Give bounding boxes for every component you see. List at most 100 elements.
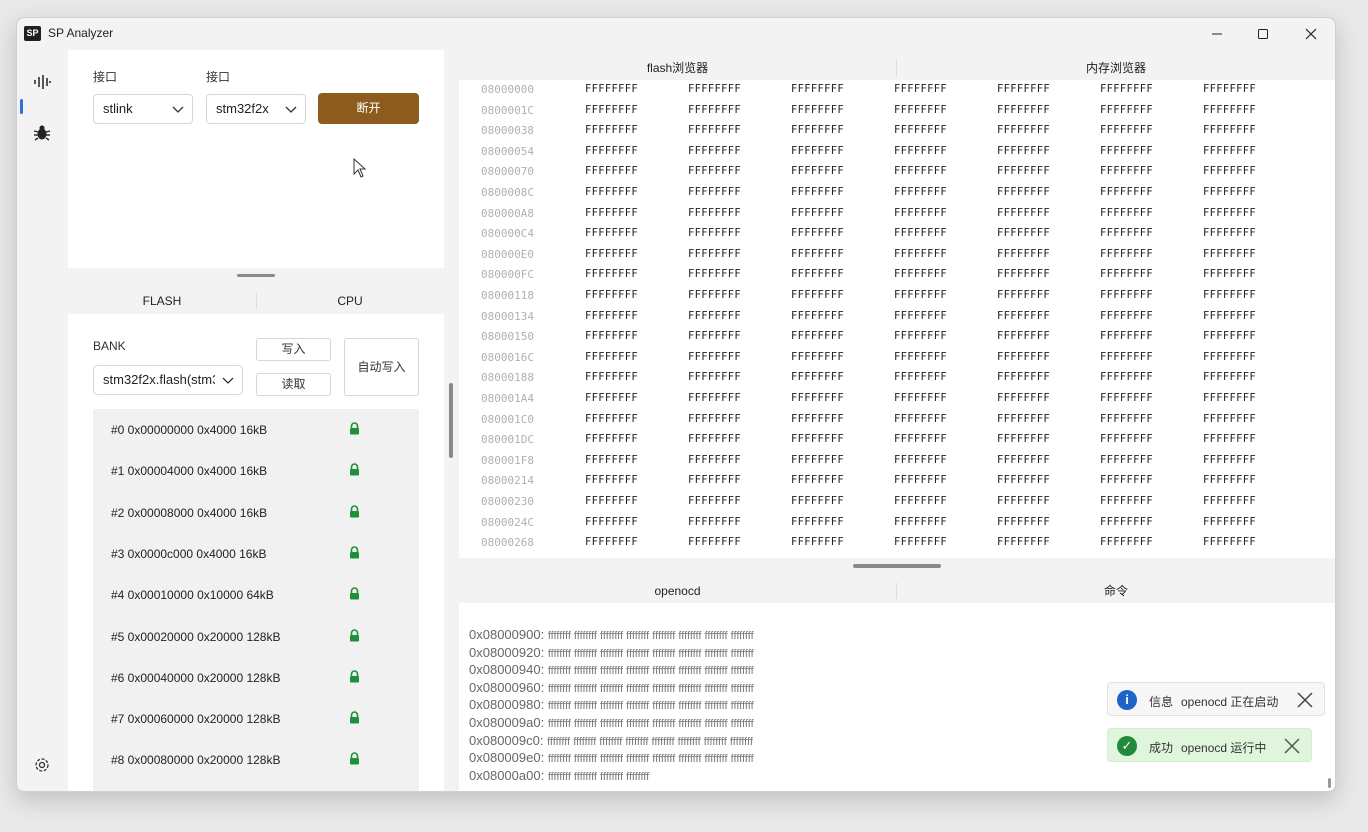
- hex-word[interactable]: FFFFFFFF: [1100, 310, 1153, 322]
- hex-word[interactable]: FFFFFFFF: [997, 227, 1050, 239]
- hex-word[interactable]: FFFFFFFF: [1203, 186, 1256, 198]
- hex-word[interactable]: FFFFFFFF: [1100, 83, 1153, 95]
- sector-row[interactable]: #5 0x00020000 0x20000 128kB: [93, 616, 419, 657]
- sector-row[interactable]: #6 0x00040000 0x20000 128kB: [93, 657, 419, 698]
- hex-word[interactable]: FFFFFFFF: [997, 330, 1050, 342]
- hex-word[interactable]: FFFFFFFF: [1100, 248, 1153, 260]
- console-scrollbar[interactable]: [1328, 778, 1331, 788]
- hex-word[interactable]: FFFFFFFF: [997, 248, 1050, 260]
- hex-word[interactable]: FFFFFFFF: [791, 289, 844, 301]
- tab-flash[interactable]: FLASH: [68, 289, 256, 313]
- hex-word[interactable]: FFFFFFFF: [585, 165, 638, 177]
- left-panel-scrollbar[interactable]: [449, 383, 453, 458]
- hex-word[interactable]: FFFFFFFF: [997, 371, 1050, 383]
- hex-word[interactable]: FFFFFFFF: [585, 516, 638, 528]
- hex-word[interactable]: FFFFFFFF: [1100, 124, 1153, 136]
- hex-word[interactable]: FFFFFFFF: [688, 413, 741, 425]
- hex-word[interactable]: FFFFFFFF: [791, 516, 844, 528]
- hex-word[interactable]: FFFFFFFF: [791, 104, 844, 116]
- hex-word[interactable]: FFFFFFFF: [688, 207, 741, 219]
- hex-word[interactable]: FFFFFFFF: [791, 248, 844, 260]
- hex-word[interactable]: FFFFFFFF: [791, 392, 844, 404]
- hex-word[interactable]: FFFFFFFF: [894, 495, 947, 507]
- hex-word[interactable]: FFFFFFFF: [688, 351, 741, 363]
- hex-word[interactable]: FFFFFFFF: [688, 433, 741, 445]
- hex-word[interactable]: FFFFFFFF: [997, 165, 1050, 177]
- hex-word[interactable]: FFFFFFFF: [1100, 289, 1153, 301]
- hex-word[interactable]: FFFFFFFF: [997, 268, 1050, 280]
- hex-word[interactable]: FFFFFFFF: [1100, 207, 1153, 219]
- hex-word[interactable]: FFFFFFFF: [1100, 227, 1153, 239]
- hex-word[interactable]: FFFFFFFF: [585, 83, 638, 95]
- hex-word[interactable]: FFFFFFFF: [997, 289, 1050, 301]
- hex-word[interactable]: FFFFFFFF: [585, 104, 638, 116]
- hex-word[interactable]: FFFFFFFF: [1100, 268, 1153, 280]
- hex-word[interactable]: FFFFFFFF: [791, 371, 844, 383]
- target-select[interactable]: stm32f2x: [206, 94, 306, 124]
- hex-word[interactable]: FFFFFFFF: [791, 268, 844, 280]
- hex-word[interactable]: FFFFFFFF: [688, 145, 741, 157]
- hex-word[interactable]: FFFFFFFF: [585, 454, 638, 466]
- hex-word[interactable]: FFFFFFFF: [997, 104, 1050, 116]
- hex-word[interactable]: FFFFFFFF: [585, 268, 638, 280]
- hex-word[interactable]: FFFFFFFF: [791, 207, 844, 219]
- hex-word[interactable]: FFFFFFFF: [1203, 536, 1256, 548]
- sector-row[interactable]: #2 0x00008000 0x4000 16kB: [93, 492, 419, 533]
- info-toast-close-button[interactable]: [1296, 691, 1314, 709]
- hex-word[interactable]: FFFFFFFF: [894, 207, 947, 219]
- hex-word[interactable]: FFFFFFFF: [585, 227, 638, 239]
- hex-word[interactable]: FFFFFFFF: [894, 351, 947, 363]
- hex-word[interactable]: FFFFFFFF: [894, 310, 947, 322]
- hex-word[interactable]: FFFFFFFF: [585, 392, 638, 404]
- hex-word[interactable]: FFFFFFFF: [585, 413, 638, 425]
- minimize-button[interactable]: [1194, 18, 1240, 50]
- hex-word[interactable]: FFFFFFFF: [1100, 371, 1153, 383]
- hex-word[interactable]: FFFFFFFF: [791, 145, 844, 157]
- hex-word[interactable]: FFFFFFFF: [894, 330, 947, 342]
- bank-select[interactable]: stm32f2x.flash(stm32: [93, 365, 243, 395]
- hex-word[interactable]: FFFFFFFF: [585, 536, 638, 548]
- hex-word[interactable]: FFFFFFFF: [1203, 495, 1256, 507]
- hex-word[interactable]: FFFFFFFF: [688, 268, 741, 280]
- hex-word[interactable]: FFFFFFFF: [997, 516, 1050, 528]
- tab-memory-browser[interactable]: 内存浏览器: [897, 56, 1335, 80]
- hex-word[interactable]: FFFFFFFF: [1100, 516, 1153, 528]
- hex-word[interactable]: FFFFFFFF: [791, 186, 844, 198]
- hex-word[interactable]: FFFFFFFF: [585, 474, 638, 486]
- hex-word[interactable]: FFFFFFFF: [1100, 474, 1153, 486]
- hex-word[interactable]: FFFFFFFF: [1203, 165, 1256, 177]
- hex-word[interactable]: FFFFFFFF: [1100, 351, 1153, 363]
- hex-word[interactable]: FFFFFFFF: [1203, 124, 1256, 136]
- hex-word[interactable]: FFFFFFFF: [997, 413, 1050, 425]
- hex-word[interactable]: FFFFFFFF: [894, 516, 947, 528]
- hex-word[interactable]: FFFFFFFF: [894, 413, 947, 425]
- hex-word[interactable]: FFFFFFFF: [688, 310, 741, 322]
- hex-word[interactable]: FFFFFFFF: [997, 392, 1050, 404]
- hex-word[interactable]: FFFFFFFF: [1100, 536, 1153, 548]
- hex-word[interactable]: FFFFFFFF: [791, 454, 844, 466]
- hex-word[interactable]: FFFFFFFF: [1203, 310, 1256, 322]
- hex-word[interactable]: FFFFFFFF: [1203, 268, 1256, 280]
- hex-word[interactable]: FFFFFFFF: [1100, 454, 1153, 466]
- hex-word[interactable]: FFFFFFFF: [688, 454, 741, 466]
- hex-word[interactable]: FFFFFFFF: [997, 186, 1050, 198]
- hex-word[interactable]: FFFFFFFF: [894, 104, 947, 116]
- hex-word[interactable]: FFFFFFFF: [997, 433, 1050, 445]
- hex-word[interactable]: FFFFFFFF: [894, 145, 947, 157]
- tab-flash-browser[interactable]: flash浏览器: [459, 56, 896, 80]
- hex-word[interactable]: FFFFFFFF: [688, 186, 741, 198]
- hex-word[interactable]: FFFFFFFF: [688, 165, 741, 177]
- hex-word[interactable]: FFFFFFFF: [1203, 392, 1256, 404]
- hex-word[interactable]: FFFFFFFF: [688, 124, 741, 136]
- hex-word[interactable]: FFFFFFFF: [1100, 392, 1153, 404]
- hex-word[interactable]: FFFFFFFF: [688, 83, 741, 95]
- hex-word[interactable]: FFFFFFFF: [1203, 413, 1256, 425]
- hex-word[interactable]: FFFFFFFF: [791, 330, 844, 342]
- hex-word[interactable]: FFFFFFFF: [688, 474, 741, 486]
- hex-word[interactable]: FFFFFFFF: [585, 371, 638, 383]
- hex-word[interactable]: FFFFFFFF: [1203, 433, 1256, 445]
- hex-word[interactable]: FFFFFFFF: [1203, 83, 1256, 95]
- hex-word[interactable]: FFFFFFFF: [791, 124, 844, 136]
- hex-word[interactable]: FFFFFFFF: [1203, 330, 1256, 342]
- hex-word[interactable]: FFFFFFFF: [997, 83, 1050, 95]
